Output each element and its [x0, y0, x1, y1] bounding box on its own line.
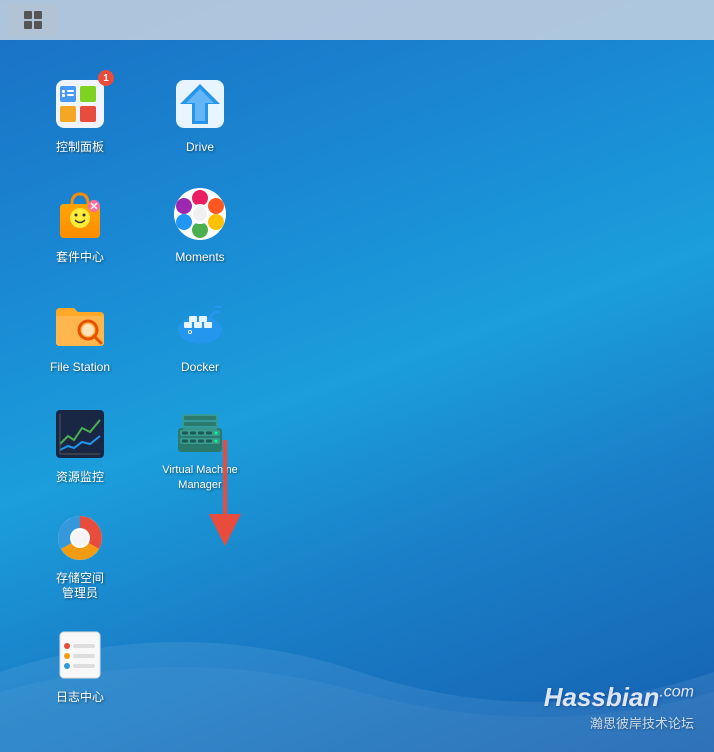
app-label-storage-manager: 存储空间 管理员: [56, 571, 104, 602]
watermark-sub: 瀚思彼岸技术论坛: [544, 713, 694, 732]
app-label-package-center: 套件中心: [56, 250, 104, 266]
badge-control-panel: 1: [98, 70, 114, 86]
app-file-station[interactable]: File Station: [20, 280, 140, 390]
watermark: Hassbian.com 瀚思彼岸技术论坛: [544, 682, 694, 732]
red-arrow: [200, 430, 250, 550]
app-icon-control-panel: 1: [50, 74, 110, 134]
app-icon-log-center: [50, 624, 110, 684]
taskbar: [0, 0, 714, 40]
app-icon-storage-manager: [50, 508, 110, 565]
app-icon-file-station: [50, 294, 110, 354]
apps-button[interactable]: [8, 4, 58, 36]
app-log-center[interactable]: 日志中心: [20, 610, 140, 720]
app-label-file-station: File Station: [50, 360, 110, 376]
app-icon-moments: [170, 184, 230, 244]
apps-grid: 1 控制面板 Drive: [20, 60, 260, 752]
app-icon-drive: [170, 74, 230, 134]
watermark-brand: Hassbian.com: [544, 682, 694, 713]
app-icon-docker: [170, 294, 230, 354]
app-moments[interactable]: Moments: [140, 170, 260, 280]
app-control-panel[interactable]: 1 控制面板: [20, 60, 140, 170]
app-label-log-center: 日志中心: [56, 690, 104, 706]
app-icon-resource-monitor: [50, 404, 110, 464]
app-label-control-panel: 控制面板: [56, 140, 104, 156]
app-label-resource-monitor: 资源监控: [56, 470, 104, 486]
app-storage-manager[interactable]: 存储空间 管理员: [20, 500, 140, 610]
app-label-docker: Docker: [181, 360, 219, 376]
app-icon-package-center: [50, 184, 110, 244]
app-package-center[interactable]: 套件中心: [20, 170, 140, 280]
app-label-drive: Drive: [186, 140, 214, 156]
app-resource-monitor[interactable]: 资源监控: [20, 390, 140, 500]
app-docker[interactable]: Docker: [140, 280, 260, 390]
desktop: 1 控制面板 Drive: [0, 40, 714, 752]
app-label-moments: Moments: [175, 250, 224, 266]
grid-icon: [24, 11, 42, 29]
app-drive[interactable]: Drive: [140, 60, 260, 170]
